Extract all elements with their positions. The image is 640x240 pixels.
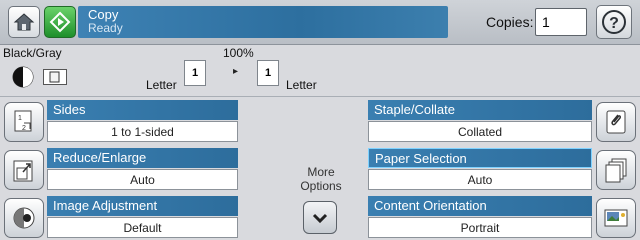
divider [0, 96, 640, 97]
option-image-adjustment[interactable]: Image Adjustment Default [0, 196, 286, 240]
svg-text:2: 2 [22, 125, 26, 132]
reduce-enlarge-icon [13, 160, 33, 182]
color-mode-label: Black/Gray [3, 46, 62, 60]
copies-input[interactable]: 1 [535, 8, 587, 36]
sides-icon-button[interactable]: 1 2 [4, 102, 44, 142]
image-adjustment-icon-button[interactable] [4, 198, 44, 238]
reduce-enlarge-title: Reduce/Enlarge [47, 148, 238, 168]
option-staple-collate[interactable]: Staple/Collate Collated [366, 100, 640, 144]
zoom-label: 100% [223, 46, 254, 60]
content-orientation-value[interactable]: Portrait [368, 217, 592, 238]
help-button[interactable]: ? [596, 5, 632, 39]
home-button[interactable] [8, 6, 40, 38]
paper-selection-value[interactable]: Auto [368, 169, 592, 190]
orientation-icon [604, 209, 628, 227]
paper-stack-icon [605, 158, 627, 183]
start-copy-button[interactable] [44, 6, 76, 38]
help-icon: ? [602, 10, 626, 34]
option-content-orientation[interactable]: Content Orientation Portrait [366, 196, 640, 240]
staple-collate-value[interactable]: Collated [368, 121, 592, 142]
job-status: Ready [88, 21, 123, 35]
sides-icon: 1 2 [14, 110, 32, 132]
svg-text:?: ? [609, 15, 619, 32]
image-adjustment-value[interactable]: Default [47, 217, 238, 238]
content-orientation-title: Content Orientation [368, 196, 592, 216]
home-icon [13, 13, 35, 31]
header-bar: Copy Ready Copies: 1 ? [0, 0, 640, 45]
scroll-down-button[interactable] [303, 201, 337, 234]
preview-icon [43, 69, 67, 85]
staple-collate-icon-button[interactable] [596, 102, 636, 142]
job-title-strip: Copy Ready [78, 6, 448, 38]
option-sides[interactable]: 1 2 Sides 1 to 1-sided [0, 100, 286, 144]
black-gray-icon [12, 66, 34, 88]
chevron-down-icon [312, 213, 328, 223]
arrow-right-icon: ▸ [233, 66, 239, 77]
more-options-line2: Options [300, 179, 342, 193]
content-orientation-icon-button[interactable] [596, 198, 636, 238]
source-count: 1 [184, 60, 206, 86]
option-reduce-enlarge[interactable]: Reduce/Enlarge Auto [0, 148, 286, 192]
paper-selection-icon-button[interactable] [596, 150, 636, 190]
sides-title: Sides [47, 100, 238, 120]
destination-count: 1 [257, 60, 279, 86]
paper-selection-title: Paper Selection [368, 148, 592, 168]
sides-value[interactable]: 1 to 1-sided [47, 121, 238, 142]
more-options-label: More Options [296, 165, 346, 193]
svg-text:1: 1 [18, 115, 22, 122]
image-adjustment-title: Image Adjustment [47, 196, 238, 216]
reduce-enlarge-value[interactable]: Auto [47, 169, 238, 190]
copy-mode-row: Black/Gray 100% Letter 1 ▸ 1 Letter [0, 46, 640, 94]
more-options-line1: More [307, 165, 335, 179]
staple-icon [606, 110, 626, 134]
staple-collate-title: Staple/Collate [368, 100, 592, 120]
source-paper-label: Letter [146, 78, 177, 92]
job-title: Copy [88, 7, 119, 22]
destination-paper-label: Letter [286, 78, 317, 92]
reduce-enlarge-icon-button[interactable] [4, 150, 44, 190]
image-adjustment-icon [13, 207, 35, 229]
start-icon [49, 11, 71, 33]
copies-label: Copies: [486, 14, 534, 30]
option-paper-selection[interactable]: Paper Selection Auto [366, 148, 640, 192]
